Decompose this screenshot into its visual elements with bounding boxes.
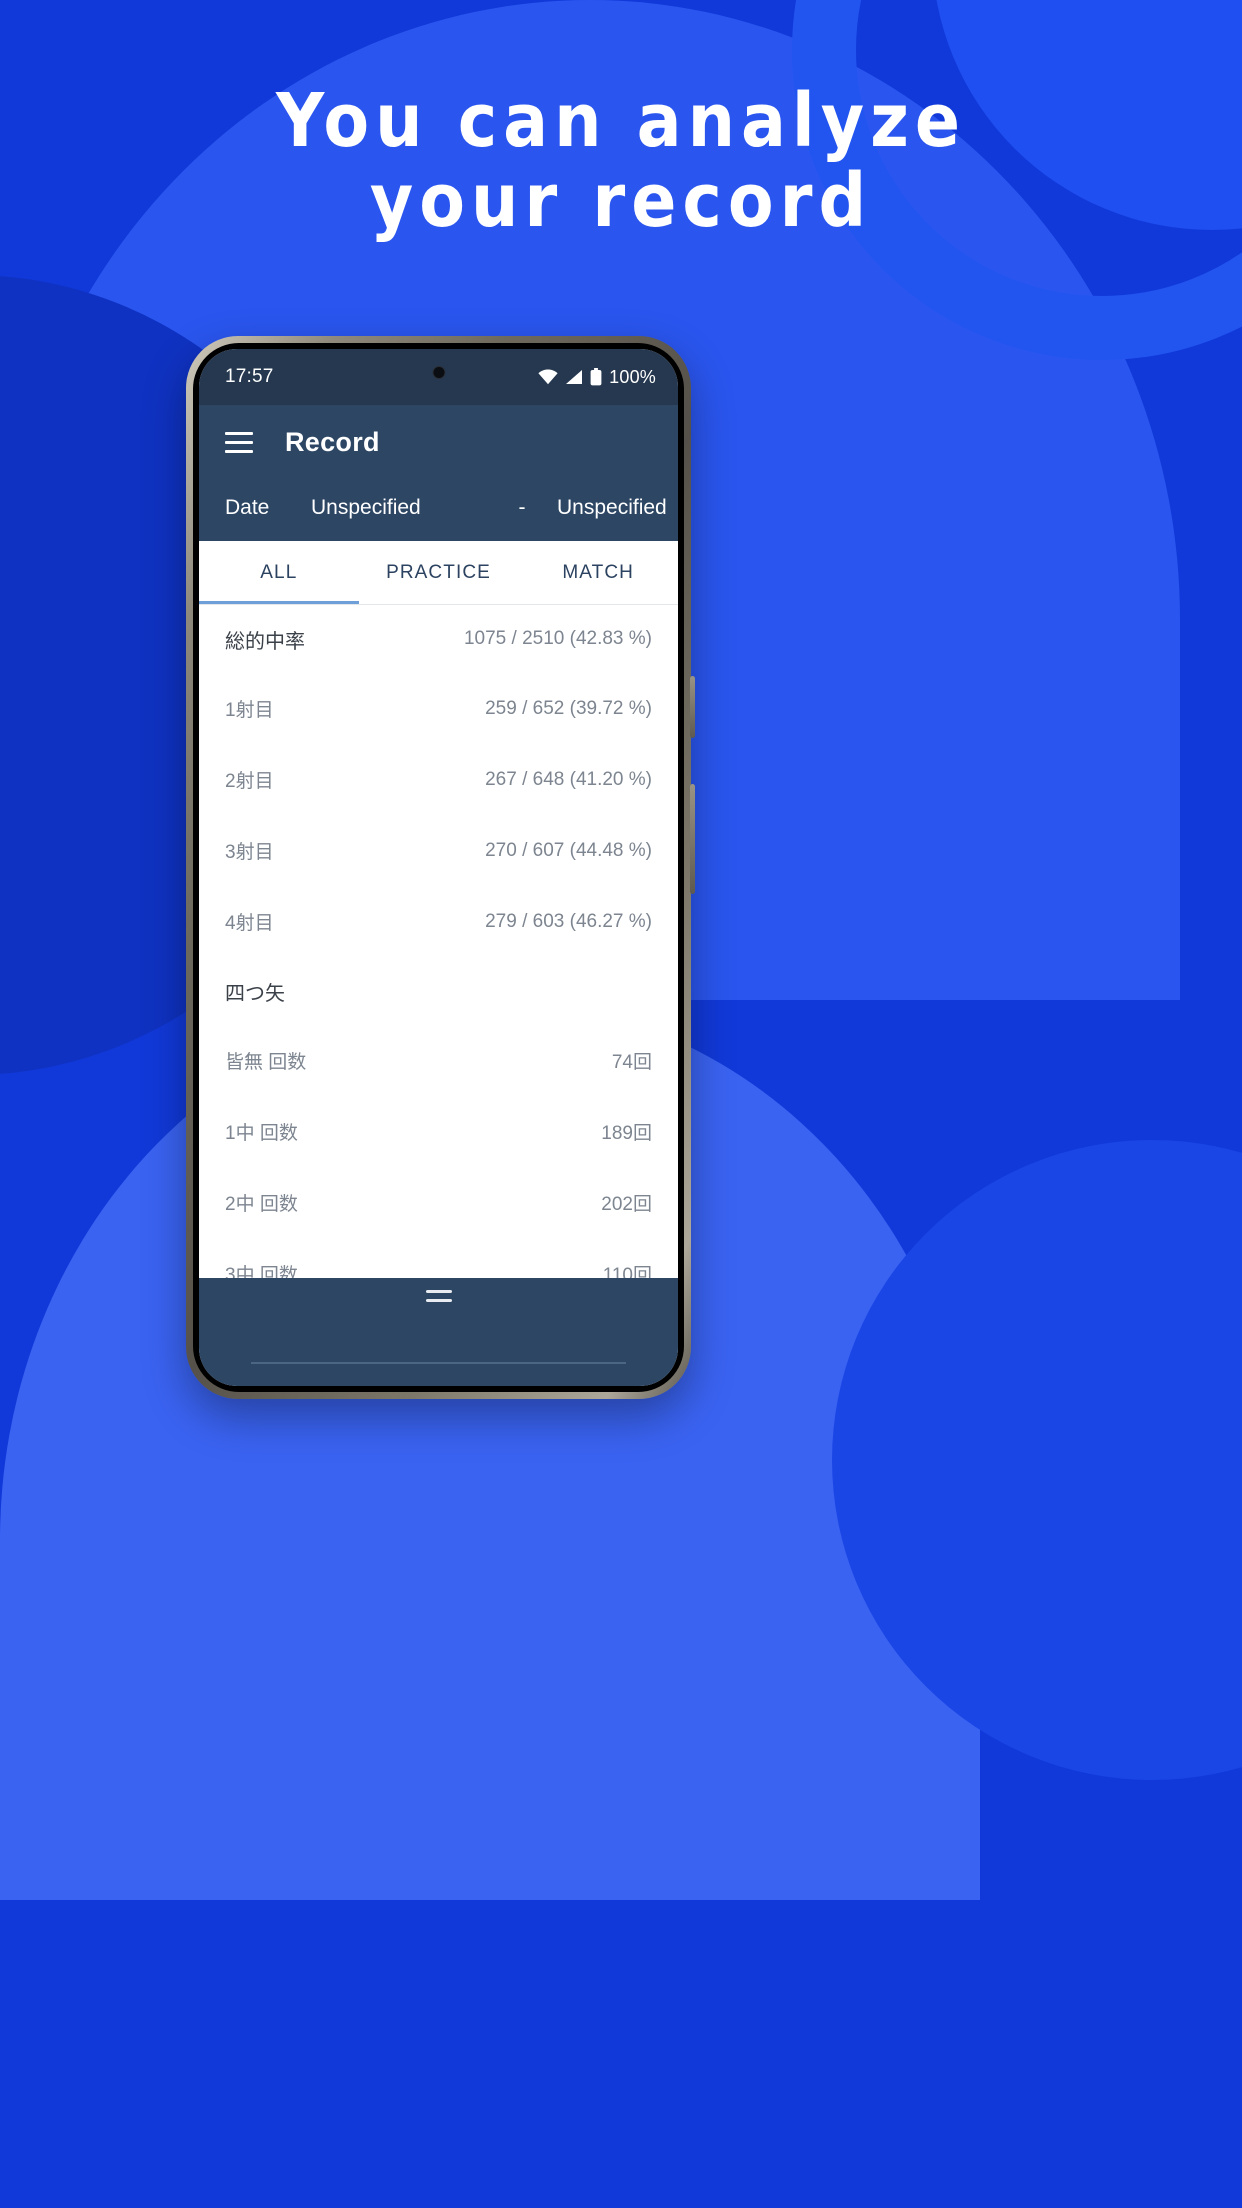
list-item-label: 2射目 [225,771,274,792]
list-item-label: 総的中率 [225,630,305,653]
list-item-value: 110回 [602,1265,652,1278]
app-bar: Record Date Unspecified - Unspecified [199,405,678,541]
bottom-divider [251,1362,626,1364]
list-item[interactable]: 2射目 267 / 648 (41.20 %) [199,744,678,815]
list-item[interactable]: 4射目 279 / 603 (46.27 %) [199,886,678,957]
list-item-label: 4射目 [225,913,274,934]
list-item-value: 259 / 652 (39.72 %) [485,697,652,719]
promo-headline: You can analyze your record [0,81,1242,244]
status-bar-indicators: 100% [538,367,656,388]
headline-line-2: your record [369,157,873,244]
tab-bar: ALL PRACTICE MATCH [199,541,678,605]
list-item-value: 279 / 603 (46.27 %) [485,910,652,932]
list-item[interactable]: 2中 回数 202回 [199,1167,678,1238]
list-item[interactable]: 皆無 回数 74回 [199,1025,678,1096]
tab-match[interactable]: MATCH [518,541,678,604]
list-item[interactable]: 3射目 270 / 607 (44.48 %) [199,815,678,886]
date-filter-row: Date Unspecified - Unspecified [199,475,678,541]
phone-power-button [690,676,695,738]
list-item-value: 189回 [601,1123,652,1144]
list-section-header: 四つ矢 [199,957,678,1025]
hamburger-menu-icon[interactable] [225,431,253,453]
list-item[interactable]: 3中 回数 110回 [199,1238,678,1278]
list-item-value: 267 / 648 (41.20 %) [485,768,652,790]
list-item-label: 3中 回数 [225,1265,298,1278]
app-bar-top-row: Record [199,409,678,475]
list-item[interactable]: 1射目 259 / 652 (39.72 %) [199,673,678,744]
date-filter-to[interactable]: Unspecified [557,496,667,520]
phone-volume-button [690,784,695,894]
drag-handle-icon[interactable] [425,1290,452,1302]
record-stats-list[interactable]: 総的中率 1075 / 2510 (42.83 %) 1射目 259 / 652… [199,605,678,1278]
list-item[interactable]: 総的中率 1075 / 2510 (42.83 %) [199,605,678,673]
date-filter-separator: - [518,496,526,519]
list-item-label: 皆無 回数 [225,1052,307,1073]
headline-line-1: You can analyze [276,78,966,164]
list-item[interactable]: 1中 回数 189回 [199,1096,678,1167]
date-filter-label: Date [225,496,270,519]
list-item-value: 74回 [611,1052,652,1073]
list-item-label: 1射目 [225,700,274,721]
battery-icon [590,368,602,386]
page-title: Record [285,426,380,457]
tab-all[interactable]: ALL [199,541,359,604]
list-item-value: 202回 [601,1194,652,1215]
signal-icon [565,369,583,385]
bottom-sheet-area [199,1278,678,1386]
phone-screen: 17:57 100% Record Date Unspecified - Uns… [199,349,678,1386]
tab-practice[interactable]: PRACTICE [359,541,519,604]
list-item-label: 2中 回数 [225,1194,298,1215]
list-item-label: 3射目 [225,842,274,863]
phone-mockup: 17:57 100% Record Date Unspecified - Uns… [186,336,695,1399]
list-item-value: 1075 / 2510 (42.83 %) [463,628,652,649]
list-item-label: 1中 回数 [225,1123,298,1144]
battery-percent-label: 100% [609,366,656,387]
list-section-label: 四つ矢 [225,982,285,1005]
wifi-icon [538,369,558,385]
date-filter-from[interactable]: Unspecified [311,496,487,520]
status-bar-time: 17:57 [225,366,274,387]
list-item-value: 270 / 607 (44.48 %) [485,839,652,861]
front-camera-icon [432,366,445,379]
